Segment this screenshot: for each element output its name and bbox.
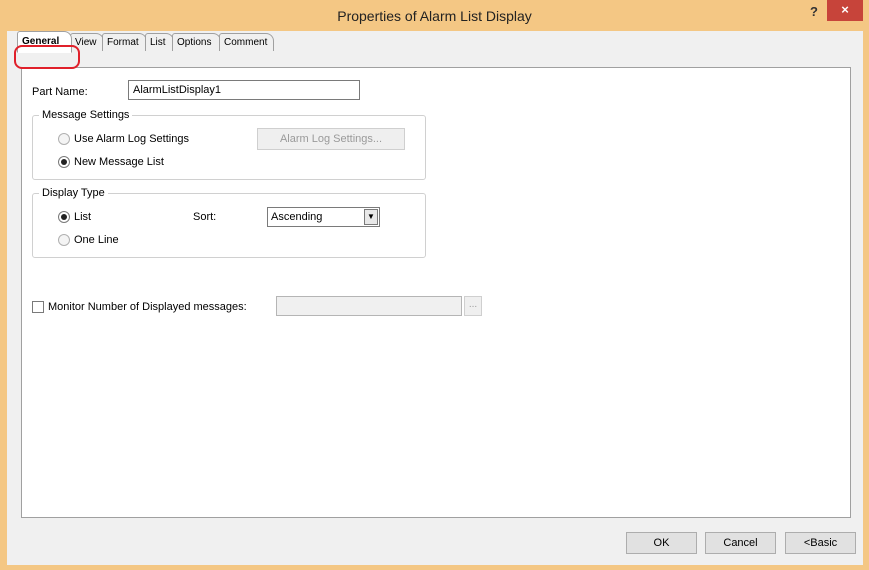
general-tab-page: Part Name: AlarmListDisplay1 Message Set… bbox=[21, 67, 851, 518]
monitor-device-input[interactable] bbox=[276, 296, 462, 316]
tab-format[interactable]: Format bbox=[102, 33, 147, 51]
tab-options[interactable]: Options bbox=[172, 33, 221, 51]
new-message-list-radio[interactable] bbox=[58, 156, 70, 168]
one-line-label: One Line bbox=[74, 234, 119, 246]
use-alarm-log-radio[interactable] bbox=[58, 133, 70, 145]
tab-list[interactable]: List bbox=[145, 33, 174, 51]
close-button[interactable]: × bbox=[827, 0, 863, 21]
sort-dropdown[interactable]: Ascending ▼ bbox=[267, 207, 380, 227]
part-name-input[interactable]: AlarmListDisplay1 bbox=[128, 80, 360, 100]
monitor-checkbox[interactable] bbox=[32, 301, 44, 313]
message-settings-title: Message Settings bbox=[39, 109, 133, 121]
dialog-client-area: General View Format List Options Comment… bbox=[7, 31, 863, 565]
alarm-log-settings-button[interactable]: Alarm Log Settings... bbox=[257, 128, 405, 150]
chevron-down-icon[interactable]: ▼ bbox=[364, 209, 378, 225]
list-label: List bbox=[74, 211, 92, 223]
sort-value: Ascending bbox=[271, 211, 323, 223]
general-tab-highlight bbox=[14, 45, 80, 69]
part-name-label: Part Name: bbox=[32, 86, 88, 98]
basic-button[interactable]: <Basic bbox=[785, 532, 856, 554]
title-bar[interactable]: Properties of Alarm List Display ? × bbox=[0, 0, 869, 31]
sort-label: Sort: bbox=[193, 211, 217, 223]
display-type-group: Display Type List Sort: Ascending ▼ One … bbox=[32, 187, 426, 258]
one-line-radio[interactable] bbox=[58, 234, 70, 246]
monitor-browse-button[interactable]: ... bbox=[464, 296, 482, 316]
list-radio[interactable] bbox=[58, 211, 70, 223]
use-alarm-log-label: Use Alarm Log Settings bbox=[74, 133, 189, 145]
display-type-title: Display Type bbox=[39, 187, 108, 199]
tab-comment[interactable]: Comment bbox=[219, 33, 274, 51]
ok-button[interactable]: OK bbox=[626, 532, 697, 554]
message-settings-group: Message Settings Use Alarm Log Settings … bbox=[32, 109, 426, 180]
properties-dialog: Properties of Alarm List Display ? × Gen… bbox=[0, 0, 869, 570]
cancel-button[interactable]: Cancel bbox=[705, 532, 776, 554]
help-button[interactable]: ? bbox=[803, 4, 825, 22]
new-message-list-label: New Message List bbox=[74, 156, 164, 168]
monitor-label: Monitor Number of Displayed messages: bbox=[48, 301, 247, 313]
dialog-title: Properties of Alarm List Display bbox=[337, 8, 532, 24]
